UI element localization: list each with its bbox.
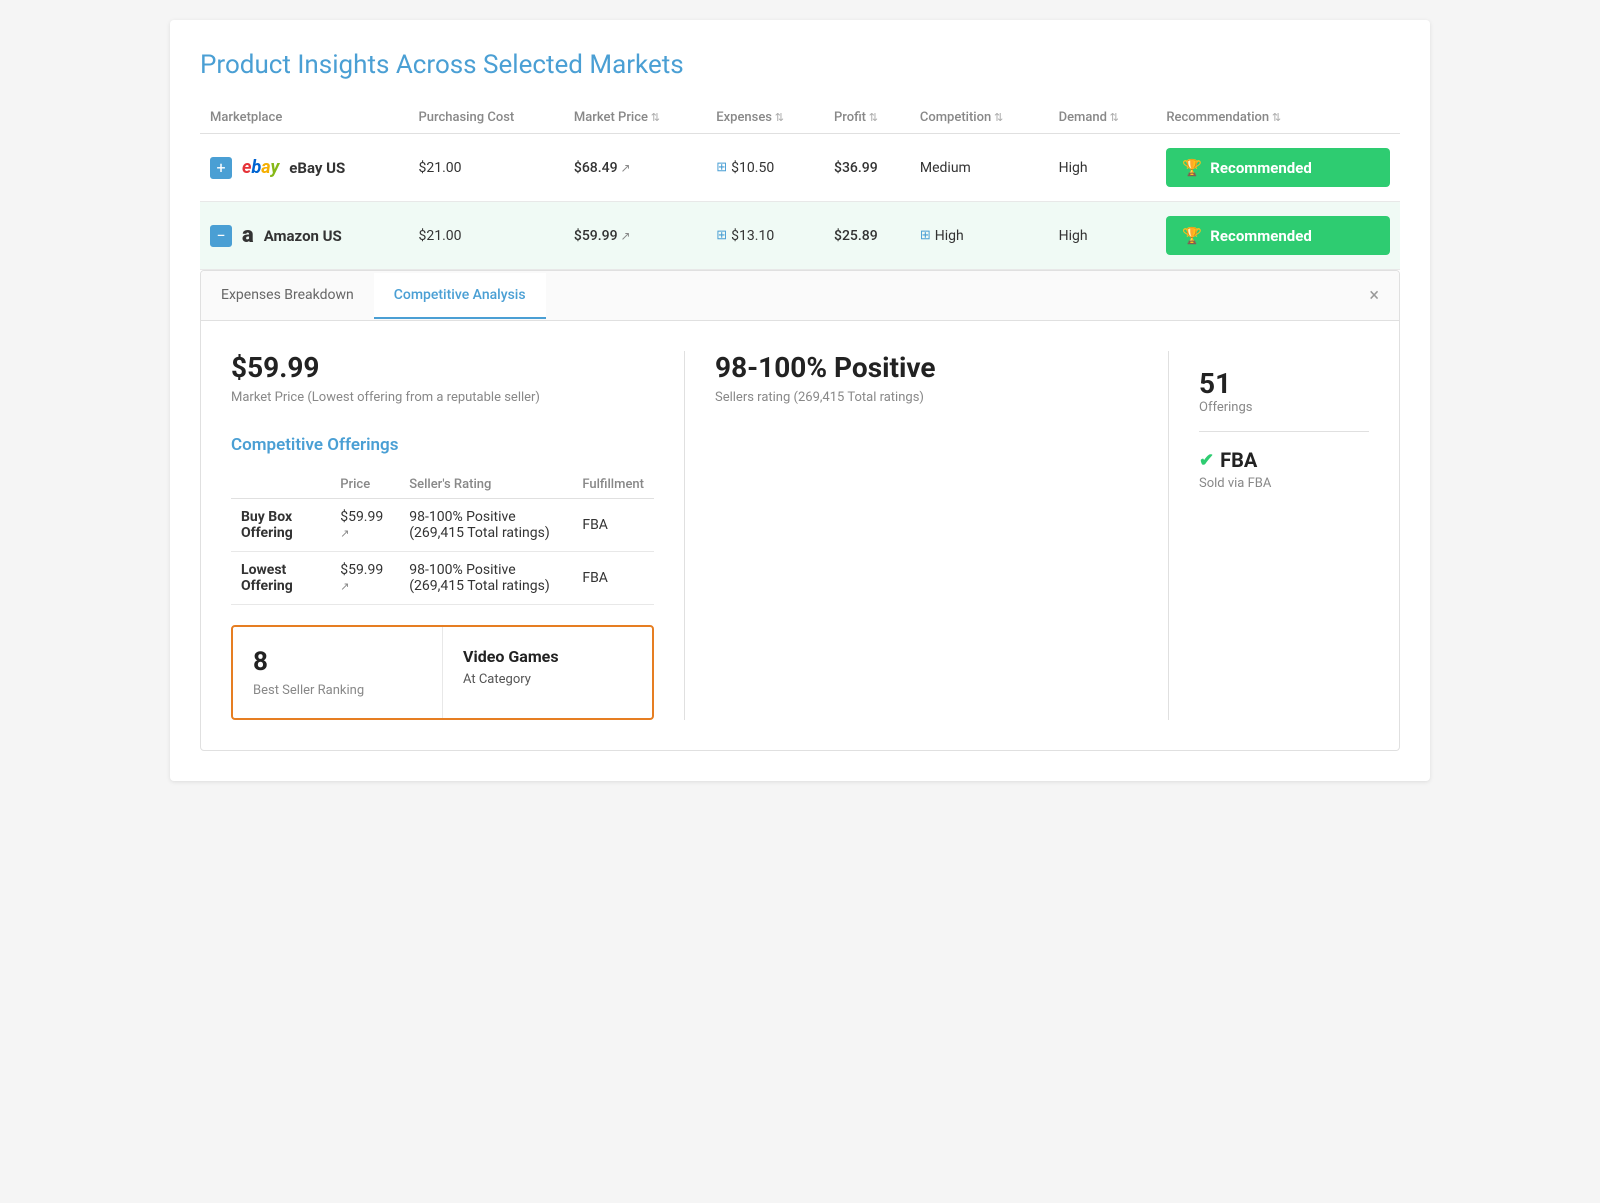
seller-rating-label: Sellers rating (269,415 Total ratings) xyxy=(715,390,1138,405)
offering-row-buybox: Buy Box Offering $59.99 98-100% Positive… xyxy=(231,499,654,552)
amazon-purchasing-cost: $21.00 xyxy=(408,202,563,270)
bsr-category: Video Games xyxy=(463,647,632,666)
best-seller-box: 8 Best Seller Ranking Video Games At Cat… xyxy=(231,625,654,720)
amazon-profit: $25.89 xyxy=(824,202,910,270)
recommended-icon-amazon: 🏆 xyxy=(1182,226,1202,245)
marketplace-cell-amazon: − a Amazon US xyxy=(200,202,408,270)
ebay-market-price: $68.49 xyxy=(564,134,706,202)
fba-sub-label: Sold via FBA xyxy=(1199,476,1369,491)
competitive-offerings-title: Competitive Offerings xyxy=(231,435,654,455)
lowest-price-link[interactable]: $59.99 xyxy=(340,562,383,594)
offering-row-lowest: Lowest Offering $59.99 98-100% Positive … xyxy=(231,552,654,605)
offerings-label: Offerings xyxy=(1199,400,1369,415)
page-wrapper: Product Insights Across Selected Markets… xyxy=(170,20,1430,781)
offerings-col-name xyxy=(231,471,330,499)
amazon-logo: a xyxy=(242,223,254,248)
bsr-number: 8 xyxy=(253,647,422,677)
amazon-name: Amazon US xyxy=(264,227,342,245)
amazon-expenses-value: $13.10 xyxy=(731,228,774,244)
amazon-demand: High xyxy=(1049,202,1157,270)
amazon-market-price-link[interactable]: $59.99 xyxy=(574,228,631,244)
col-purchasing-cost: Purchasing Cost xyxy=(408,102,563,134)
buybox-price-link[interactable]: $59.99 xyxy=(340,509,383,541)
marketplace-cell-ebay: + ebay eBay US xyxy=(200,134,408,202)
ebay-name: eBay US xyxy=(289,159,345,177)
offerings-table: Price Seller's Rating Fulfillment Buy Bo… xyxy=(231,471,654,605)
sub-panel: Expenses Breakdown Competitive Analysis … xyxy=(200,270,1400,751)
bsr-category-label: At Category xyxy=(463,672,632,687)
lowest-name: Lowest Offering xyxy=(231,552,330,605)
ebay-demand: High xyxy=(1049,134,1157,202)
market-price-value: $59.99 xyxy=(231,351,654,384)
fba-label: FBA xyxy=(1220,448,1257,472)
section-seller-rating: 98-100% Positive Sellers rating (269,415… xyxy=(685,351,1169,720)
amazon-competition: ⊞ High xyxy=(910,202,1049,270)
lowest-fulfillment: FBA xyxy=(572,552,654,605)
best-seller-rank-section: 8 Best Seller Ranking xyxy=(233,627,443,718)
fba-badge: ✔ FBA xyxy=(1199,448,1369,472)
col-marketplace: Marketplace xyxy=(200,102,408,134)
table-row-amazon: − a Amazon US $21.00 $59.99 ⊞ $13.10 $25… xyxy=(200,202,1400,270)
col-profit[interactable]: Profit xyxy=(824,102,910,134)
expenses-icon-ebay: ⊞ xyxy=(716,160,727,175)
buybox-name: Buy Box Offering xyxy=(231,499,330,552)
col-competition[interactable]: Competition xyxy=(910,102,1049,134)
offerings-stat: 51 Offerings xyxy=(1199,351,1369,432)
buybox-fulfillment: FBA xyxy=(572,499,654,552)
offerings-col-price: Price xyxy=(330,471,399,499)
market-price-label: Market Price (Lowest offering from a rep… xyxy=(231,390,654,405)
ebay-market-price-link[interactable]: $68.49 xyxy=(574,160,631,176)
page-title: Product Insights Across Selected Markets xyxy=(200,50,1400,80)
ebay-expenses: ⊞ $10.50 xyxy=(706,134,824,202)
lowest-price: $59.99 xyxy=(330,552,399,605)
buybox-price: $59.99 xyxy=(330,499,399,552)
amazon-market-price: $59.99 xyxy=(564,202,706,270)
ebay-recommendation: 🏆 Recommended xyxy=(1156,134,1400,202)
col-market-price[interactable]: Market Price xyxy=(564,102,706,134)
buybox-rating: 98-100% Positive (269,415 Total ratings) xyxy=(399,499,572,552)
toggle-ebay[interactable]: + xyxy=(210,157,232,179)
offerings-header-row: Price Seller's Rating Fulfillment xyxy=(231,471,654,499)
ebay-competition: Medium xyxy=(910,134,1049,202)
ebay-logo: ebay xyxy=(242,157,279,178)
fba-check-icon: ✔ xyxy=(1199,450,1214,471)
expenses-icon-amazon: ⊞ xyxy=(716,228,727,243)
main-table: Marketplace Purchasing Cost Market Price… xyxy=(200,102,1400,270)
high-icon-competition: ⊞ xyxy=(920,228,931,243)
fulfillment-stat: ✔ FBA Sold via FBA xyxy=(1199,432,1369,507)
recommended-icon-ebay: 🏆 xyxy=(1182,158,1202,177)
amazon-recommendation: 🏆 Recommended xyxy=(1156,202,1400,270)
lowest-rating: 98-100% Positive (269,415 Total ratings) xyxy=(399,552,572,605)
offerings-col-rating: Seller's Rating xyxy=(399,471,572,499)
ebay-profit: $36.99 xyxy=(824,134,910,202)
section-stats: 51 Offerings ✔ FBA Sold via FBA xyxy=(1169,351,1369,720)
ebay-expenses-value: $10.50 xyxy=(731,160,774,176)
sub-panel-tabs: Expenses Breakdown Competitive Analysis … xyxy=(201,271,1399,321)
amazon-expenses: ⊞ $13.10 xyxy=(706,202,824,270)
tab-close-button[interactable]: × xyxy=(1349,271,1399,320)
best-seller-category-section: Video Games At Category xyxy=(443,627,652,718)
col-demand[interactable]: Demand xyxy=(1049,102,1157,134)
col-expenses[interactable]: Expenses xyxy=(706,102,824,134)
tab-expenses-breakdown[interactable]: Expenses Breakdown xyxy=(201,273,374,319)
toggle-amazon[interactable]: − xyxy=(210,225,232,247)
seller-rating-value: 98-100% Positive xyxy=(715,351,1138,384)
offerings-count: 51 xyxy=(1199,367,1369,400)
tab-competitive-analysis[interactable]: Competitive Analysis xyxy=(374,273,546,319)
table-row-ebay: + ebay eBay US $21.00 $68.49 ⊞ $10.50 xyxy=(200,134,1400,202)
table-header-row: Marketplace Purchasing Cost Market Price… xyxy=(200,102,1400,134)
col-recommendation[interactable]: Recommendation xyxy=(1156,102,1400,134)
sub-panel-body: $59.99 Market Price (Lowest offering fro… xyxy=(201,321,1399,750)
section-market-price: $59.99 Market Price (Lowest offering fro… xyxy=(231,351,685,720)
bsr-label: Best Seller Ranking xyxy=(253,683,422,698)
offerings-col-fulfillment: Fulfillment xyxy=(572,471,654,499)
ebay-purchasing-cost: $21.00 xyxy=(408,134,563,202)
